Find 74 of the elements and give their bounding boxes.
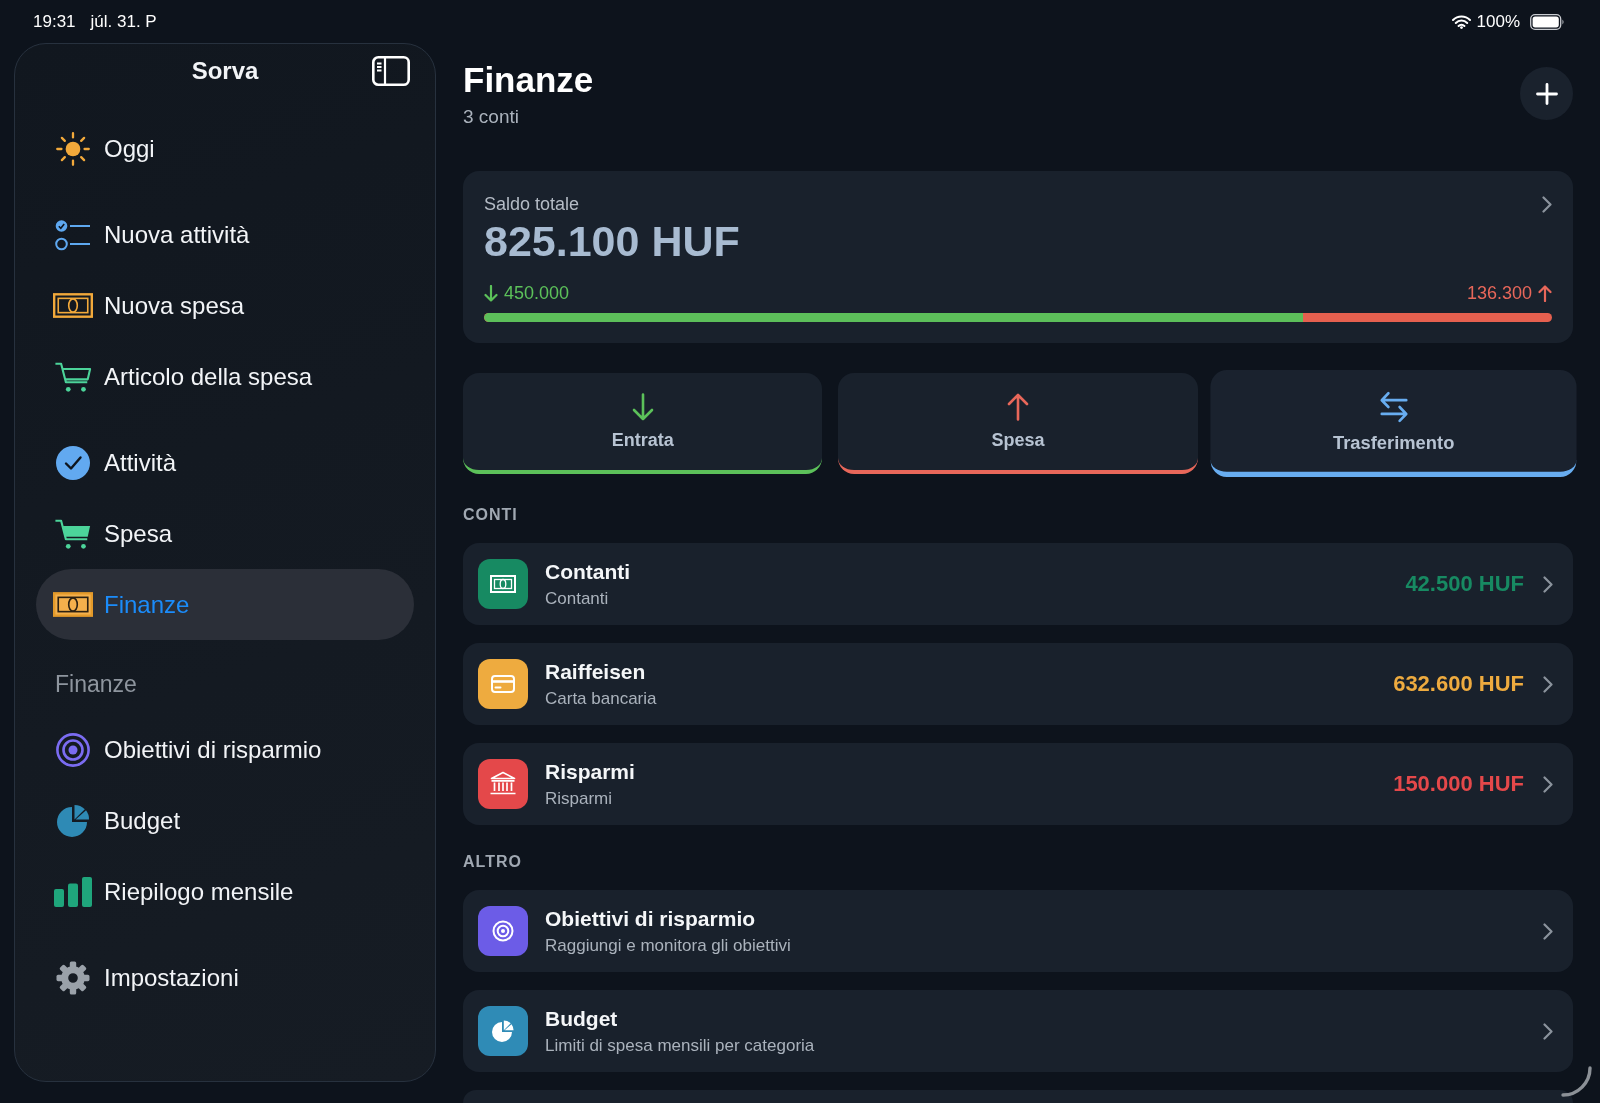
add-button[interactable] bbox=[1520, 67, 1573, 120]
balance-label: Saldo totale bbox=[484, 193, 580, 215]
status-date: júl. 31. P bbox=[90, 11, 157, 32]
sidebar-item[interactable]: Attività bbox=[36, 427, 414, 498]
plus-icon bbox=[1535, 82, 1558, 105]
battery-percent: 100% bbox=[1476, 11, 1520, 32]
section-heading: CONTI bbox=[463, 505, 519, 525]
arrow-up-icon bbox=[1007, 393, 1029, 421]
swap-arrows-icon bbox=[1379, 391, 1408, 423]
arrow-down-icon bbox=[631, 393, 654, 421]
status-time: 19:31 bbox=[33, 11, 76, 32]
account-balance: 632.600 HUF bbox=[1393, 671, 1524, 697]
sidebar-item[interactable]: Oggi bbox=[36, 113, 414, 184]
wifi-icon bbox=[1451, 14, 1471, 29]
sidebar-item[interactable]: Riepilogo mensile bbox=[36, 856, 414, 927]
balance-amount: 825.100 HUF bbox=[484, 217, 741, 265]
sun-icon bbox=[56, 131, 90, 166]
checkmark-circle-icon bbox=[56, 445, 90, 480]
sidebar-item[interactable]: Nuova spesa bbox=[36, 270, 414, 341]
feature-title: Budget bbox=[545, 1005, 618, 1032]
banknote-icon bbox=[53, 592, 93, 617]
sidebar-item[interactable]: Spesa bbox=[36, 498, 414, 569]
sidebar-section-heading: Finanze bbox=[54, 670, 138, 699]
chevron-icon bbox=[1542, 195, 1552, 213]
sidebar-item[interactable]: Finanze bbox=[36, 569, 414, 640]
resize-handle-icon[interactable] bbox=[1561, 1066, 1592, 1097]
action-button[interactable]: Entrata bbox=[463, 373, 823, 474]
chevron-icon bbox=[1543, 775, 1553, 793]
arrow-down-icon bbox=[484, 284, 498, 302]
checklist-icon bbox=[55, 218, 91, 251]
expense-total: 136.300 bbox=[1466, 282, 1532, 304]
chevron-icon bbox=[1543, 575, 1553, 593]
account-name: Risparmi bbox=[545, 758, 635, 785]
account-type: Contanti bbox=[545, 587, 609, 610]
chevron-icon bbox=[1543, 922, 1553, 940]
sidebar-item[interactable]: Nuova attività bbox=[36, 199, 414, 270]
feature-description: Raggiungi e monitora gli obiettivi bbox=[545, 934, 791, 957]
sidebar-title: Sorva bbox=[191, 57, 259, 85]
feature-title: Obiettivi di risparmio bbox=[545, 905, 756, 932]
balance-card[interactable]: Saldo totale 825.100 HUF 450.000 136.300 bbox=[463, 171, 1573, 343]
account-row[interactable]: Contanti Contanti 42.500 HUF bbox=[463, 543, 1573, 625]
sidebar-toggle-icon[interactable] bbox=[372, 56, 410, 86]
battery-icon bbox=[1530, 13, 1565, 30]
account-type: Carta bancaria bbox=[545, 687, 657, 710]
bar-chart-icon bbox=[54, 876, 92, 907]
cart-icon bbox=[54, 517, 92, 550]
account-balance: 150.000 HUF bbox=[1393, 771, 1524, 797]
sidebar-item[interactable]: Impostazioni bbox=[36, 942, 414, 1013]
action-button[interactable]: Spesa bbox=[838, 373, 1198, 474]
account-row[interactable]: Raiffeisen Carta bancaria 632.600 HUF bbox=[463, 643, 1573, 725]
account-balance: 42.500 HUF bbox=[1405, 571, 1524, 597]
feature-description: Limiti di spesa mensili per categoria bbox=[545, 1034, 815, 1057]
account-name: Contanti bbox=[545, 558, 631, 585]
banknote-icon bbox=[53, 293, 93, 318]
sidebar-item[interactable]: Budget bbox=[36, 785, 414, 856]
target-icon bbox=[56, 732, 90, 767]
arrow-up-icon bbox=[1538, 284, 1552, 302]
sidebar-item[interactable]: Articolo della spesa bbox=[36, 341, 414, 412]
pie-chart-icon bbox=[56, 803, 90, 838]
feature-row[interactable]: Obiettivi di risparmio Raggiungi e monitora gli obiettivi bbox=[463, 890, 1573, 972]
account-row[interactable]: Risparmi Risparmi 150.000 HUF bbox=[463, 743, 1573, 825]
account-count: 3 conti bbox=[463, 105, 520, 129]
action-button[interactable]: Trasferimento bbox=[1210, 369, 1577, 478]
chevron-icon bbox=[1543, 675, 1553, 693]
sidebar-item[interactable]: Obiettivi di risparmio bbox=[36, 714, 414, 785]
account-type: Risparmi bbox=[545, 787, 613, 810]
chevron-icon bbox=[1543, 1022, 1553, 1040]
page-title: Finanze bbox=[463, 60, 594, 100]
income-total: 450.000 bbox=[504, 282, 570, 304]
feature-row[interactable]: Budget Limiti di spesa mensili per categoria bbox=[463, 990, 1573, 1072]
cart-icon bbox=[54, 360, 92, 393]
account-name: Raiffeisen bbox=[545, 658, 646, 685]
section-heading: ALTRO bbox=[463, 852, 523, 872]
settings-icon bbox=[56, 960, 90, 995]
